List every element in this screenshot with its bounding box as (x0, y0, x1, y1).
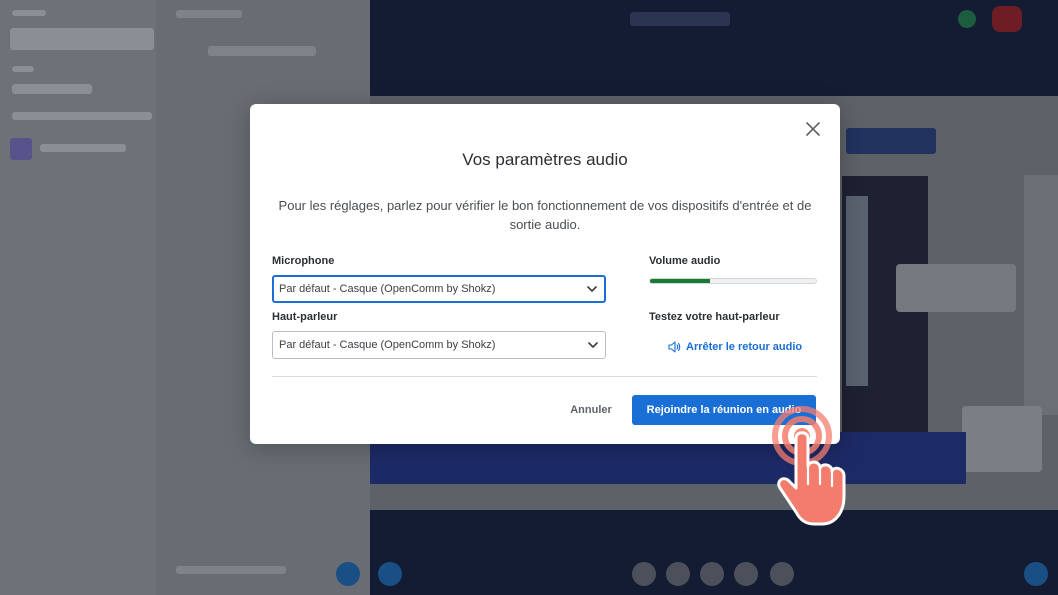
microphone-select[interactable]: Par défaut - Casque (OpenComm by Shokz) (272, 275, 606, 303)
background-footer-text (176, 566, 286, 574)
background-right-column (1024, 175, 1058, 415)
stop-audio-feedback-link[interactable]: Arrêter le retour audio (668, 340, 802, 354)
chevron-down-icon (588, 342, 598, 348)
speaker-label: Haut-parleur (272, 311, 338, 323)
background-control (666, 562, 690, 586)
speaker-select-value: Par défaut - Casque (OpenComm by Shokz) (279, 339, 496, 351)
dialog-description: Pour les réglages, parlez pour vérifier … (278, 198, 812, 232)
background-top-bar (370, 0, 1058, 96)
microphone-label: Microphone (272, 255, 335, 267)
close-button[interactable] (804, 120, 822, 138)
microphone-select-value: Par défaut - Casque (OpenComm by Shokz) (279, 283, 496, 295)
volume-label: Volume audio (649, 255, 721, 267)
background-control (336, 562, 360, 586)
close-icon (806, 122, 820, 136)
background-card (896, 264, 1016, 312)
stop-audio-feedback-label: Arrêter le retour audio (686, 341, 803, 353)
background-control (378, 562, 402, 586)
background-control (1024, 562, 1048, 586)
cancel-button[interactable]: Annuler (560, 396, 622, 424)
chevron-down-icon (587, 286, 597, 292)
background-control (632, 562, 656, 586)
dialog-divider (272, 376, 817, 377)
join-audio-button[interactable]: Rejoindre la réunion en audio (632, 395, 816, 425)
background-video-tile (962, 406, 1042, 472)
background-control (700, 562, 724, 586)
volume-meter-fill (650, 279, 710, 283)
speaker-select[interactable]: Par défaut - Casque (OpenComm by Shokz) (272, 331, 606, 359)
speaker-icon (668, 341, 681, 353)
background-control (734, 562, 758, 586)
audio-settings-dialog: Vos paramètres audio Pour les réglages, … (250, 104, 840, 444)
dialog-title: Vos paramètres audio (462, 150, 628, 169)
background-heading (846, 128, 936, 154)
volume-meter (649, 278, 817, 284)
background-control (770, 562, 794, 586)
background-sidebar (0, 0, 156, 595)
speaker-test-label: Testez votre haut-parleur (649, 311, 780, 323)
